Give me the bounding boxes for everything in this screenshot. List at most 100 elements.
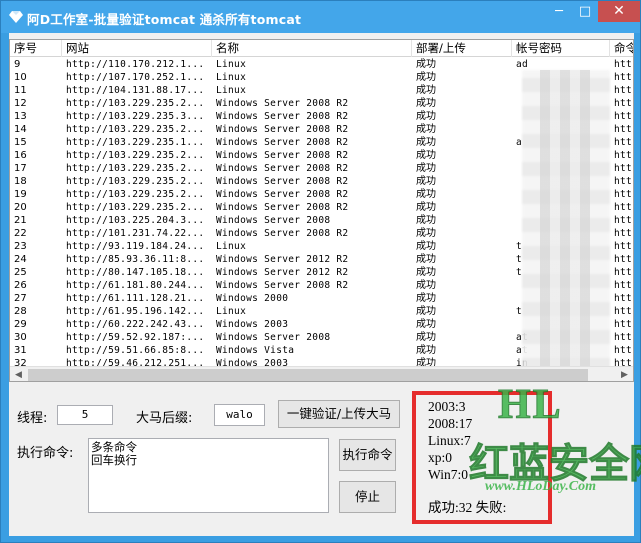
row-name: Linux (216, 59, 247, 70)
row-index: 22 (14, 228, 27, 239)
row-index: 26 (14, 280, 27, 291)
row-name: Windows Server 2008 R2 (216, 163, 349, 174)
row-index: 29 (14, 319, 27, 330)
row-command: htt (614, 59, 633, 70)
row-site: http://61.95.196.142... (66, 306, 205, 317)
row-command: htt (614, 176, 633, 187)
row-command: htt (614, 254, 633, 265)
row-index: 21 (14, 215, 27, 226)
row-command: htt (614, 241, 633, 252)
horizontal-scrollbar[interactable]: ◀ ▶ (10, 366, 633, 381)
column-header-name[interactable]: 名称 (212, 40, 412, 57)
row-site: http://103.229.235.2... (66, 124, 205, 135)
row-site: http://93.119.184.24... (66, 241, 205, 252)
suffix-input[interactable]: walo (214, 404, 265, 426)
row-site: http://103.229.235.2... (66, 163, 205, 174)
row-index: 19 (14, 189, 27, 200)
row-name: Windows Server 2012 R2 (216, 254, 349, 265)
row-deploy-status: 成功 (416, 280, 436, 291)
row-site: http://61.111.128.21... (66, 293, 205, 304)
row-name: Windows Server 2008 R2 (216, 189, 349, 200)
row-deploy-status: 成功 (416, 332, 436, 343)
row-index: 28 (14, 306, 27, 317)
row-command: htt (614, 306, 633, 317)
watermark-logo: HL (498, 382, 563, 429)
threads-input[interactable]: 5 (57, 405, 113, 425)
row-site: http://59.51.66.85:8... (66, 345, 205, 356)
row-site: http://59.52.92.187:... (66, 332, 205, 343)
row-deploy-status: 成功 (416, 111, 436, 122)
row-command: htt (614, 215, 633, 226)
row-name: Windows Vista (216, 345, 295, 356)
row-deploy-status: 成功 (416, 345, 436, 356)
results-list[interactable]: 序号 网站 名称 部署/上传 帐号密码 命令 9 http://110.170.2… (9, 39, 634, 382)
maximize-button[interactable]: □ (572, 1, 598, 22)
row-name: Windows Server 2008 R2 (216, 111, 349, 122)
column-header-site[interactable]: 网站 (62, 40, 212, 57)
row-index: 27 (14, 293, 27, 304)
stat-xp: xp:0 (428, 450, 453, 465)
row-index: 24 (14, 254, 27, 265)
row-site: http://103.229.235.2... (66, 98, 205, 109)
column-header-credentials[interactable]: 帐号密码 (512, 40, 610, 57)
row-deploy-status: 成功 (416, 267, 436, 278)
row-index: 13 (14, 111, 27, 122)
row-index: 12 (14, 98, 27, 109)
command-textarea[interactable]: 多条命令 回车换行 (88, 438, 329, 513)
row-deploy-status: 成功 (416, 137, 436, 148)
row-deploy-status: 成功 (416, 254, 436, 265)
row-command: htt (614, 202, 633, 213)
close-button[interactable]: ✕ (598, 1, 640, 22)
stop-button[interactable]: 停止 (339, 481, 396, 513)
scroll-left-arrow-icon[interactable]: ◀ (10, 367, 27, 381)
minimize-button[interactable]: ─ (546, 1, 572, 22)
row-site: http://104.131.88.17... (66, 85, 205, 96)
row-command: htt (614, 189, 633, 200)
threads-label: 线程: (17, 411, 48, 426)
row-name: Windows Server 2008 R2 (216, 137, 349, 148)
command-text-line: 回车换行 (91, 453, 137, 467)
row-index: 25 (14, 267, 27, 278)
row-index: 10 (14, 72, 27, 83)
row-site: http://110.170.212.1... (66, 59, 205, 70)
row-name: Windows Server 2008 R2 (216, 150, 349, 161)
row-site: http://61.181.80.244... (66, 280, 205, 291)
row-index: 11 (14, 85, 27, 96)
row-command: htt (614, 319, 633, 330)
column-header-command[interactable]: 命令 (610, 40, 633, 57)
row-site: http://103.229.235.2... (66, 202, 205, 213)
row-command: htt (614, 293, 633, 304)
row-command: htt (614, 332, 633, 343)
row-index: 23 (14, 241, 27, 252)
diamond-icon (9, 11, 23, 23)
row-site: http://103.229.235.2... (66, 176, 205, 187)
stat-2003: 2003:3 (428, 399, 466, 414)
row-name: Windows Server 2008 R2 (216, 124, 349, 135)
row-name: Windows Server 2008 R2 (216, 228, 349, 239)
row-index: 16 (14, 150, 27, 161)
row-name: Windows Server 2008 R2 (216, 98, 349, 109)
row-deploy-status: 成功 (416, 241, 436, 252)
row-deploy-status: 成功 (416, 228, 436, 239)
row-command: htt (614, 72, 633, 83)
column-header-index[interactable]: 序号 (10, 40, 62, 57)
verify-upload-button[interactable]: 一键验证/上传大马 (278, 400, 400, 428)
command-label: 执行命令: (17, 446, 74, 461)
column-header-deploy[interactable]: 部署/上传 (412, 40, 512, 57)
row-command: htt (614, 280, 633, 291)
row-deploy-status: 成功 (416, 85, 436, 96)
row-deploy-status: 成功 (416, 202, 436, 213)
row-name: Windows Server 2008 R2 (216, 176, 349, 187)
row-name: Windows Server 2012 R2 (216, 267, 349, 278)
app-window: 阿D工作室-批量验证tomcat 通杀所有tomcat ─ □ ✕ 序号 网站 … (0, 0, 641, 543)
stat-win7: Win7:0 (428, 467, 468, 482)
stat-2008: 2008:17 (428, 416, 473, 431)
row-deploy-status: 成功 (416, 163, 436, 174)
row-command: htt (614, 267, 633, 278)
scrollbar-thumb[interactable] (28, 369, 588, 381)
row-command: htt (614, 163, 633, 174)
row-index: 14 (14, 124, 27, 135)
scroll-right-arrow-icon[interactable]: ▶ (616, 367, 633, 381)
execute-command-button[interactable]: 执行命令 (339, 439, 396, 471)
title-bar[interactable]: 阿D工作室-批量验证tomcat 通杀所有tomcat ─ □ ✕ (1, 1, 640, 33)
